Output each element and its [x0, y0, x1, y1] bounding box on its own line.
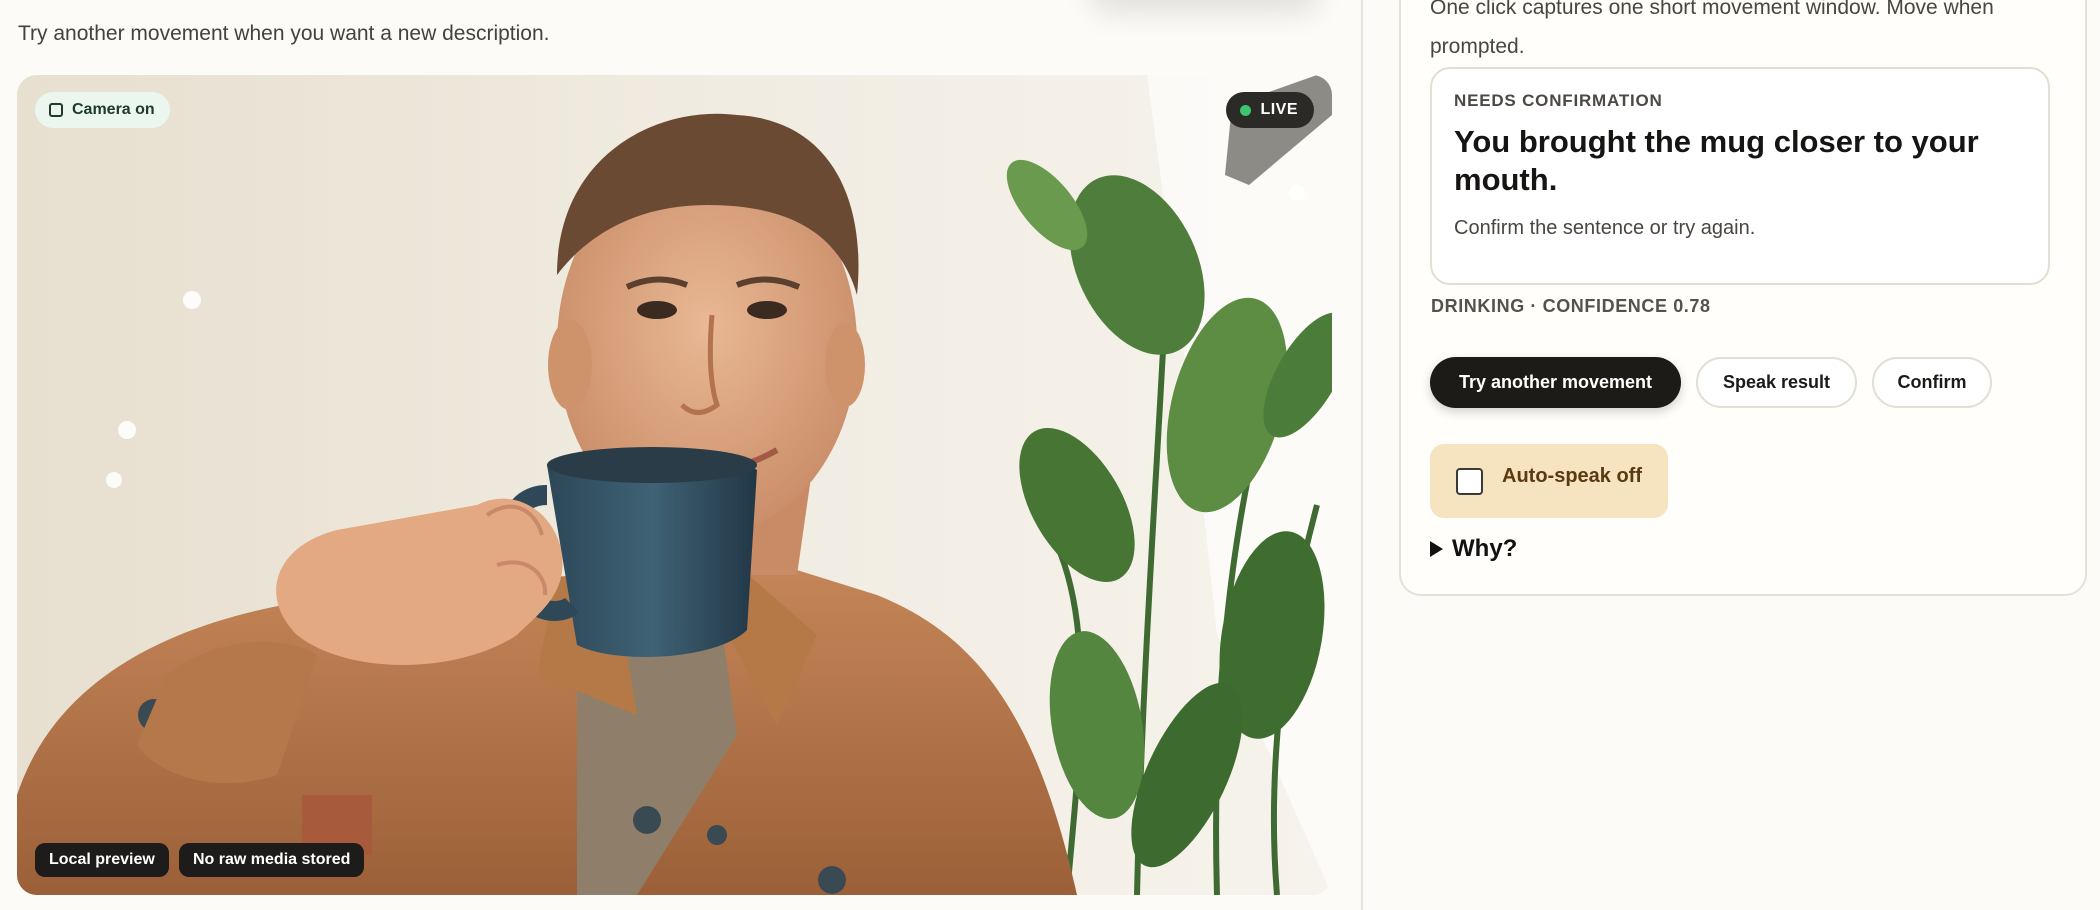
result-card: NEEDS CONFIRMATION You brought the mug c… — [1430, 67, 2050, 285]
why-label: Why? — [1452, 535, 1518, 562]
no-raw-media-chip: No raw media stored — [179, 843, 365, 877]
speak-result-button[interactable]: Speak result — [1696, 357, 1857, 408]
result-instruction: Confirm the sentence or try again. — [1454, 217, 1756, 239]
result-sentence: You brought the mug closer to your mouth… — [1454, 124, 1979, 197]
movement-hint: Try another movement when you want a new… — [18, 22, 550, 45]
camera-pane: Try another movement when you want a new… — [0, 0, 1361, 910]
disclosure-triangle-icon — [1430, 541, 1443, 557]
auto-speak-label: Auto-speak off — [1502, 465, 1642, 487]
camera-preview: Camera on LIVE Local preview No raw medi… — [17, 75, 1332, 895]
live-label: LIVE — [1260, 101, 1298, 118]
camera-status-label: Camera on — [72, 101, 155, 118]
camera-status-pill: Camera on — [35, 92, 170, 128]
checkbox-icon[interactable] — [1456, 468, 1483, 495]
pane-divider — [1361, 0, 1363, 910]
live-badge: LIVE — [1226, 92, 1314, 128]
classification-confidence: DRINKING · CONFIDENCE 0.78 — [1431, 296, 1711, 316]
result-status-kicker: NEEDS CONFIRMATION — [1454, 91, 1663, 110]
camera-square-icon — [49, 103, 63, 117]
local-preview-chip: Local preview — [35, 843, 169, 877]
capture-instructions: One click captures one short movement wi… — [1430, 0, 1994, 58]
confirm-button[interactable]: Confirm — [1872, 357, 1992, 408]
camera-feed-image — [17, 75, 1332, 895]
auto-speak-toggle[interactable]: Auto-speak off — [1430, 444, 1668, 518]
live-dot-icon — [1240, 104, 1252, 116]
why-disclosure[interactable]: Why? — [1430, 535, 1517, 563]
try-another-movement-button[interactable]: Try another movement — [1430, 357, 1681, 408]
